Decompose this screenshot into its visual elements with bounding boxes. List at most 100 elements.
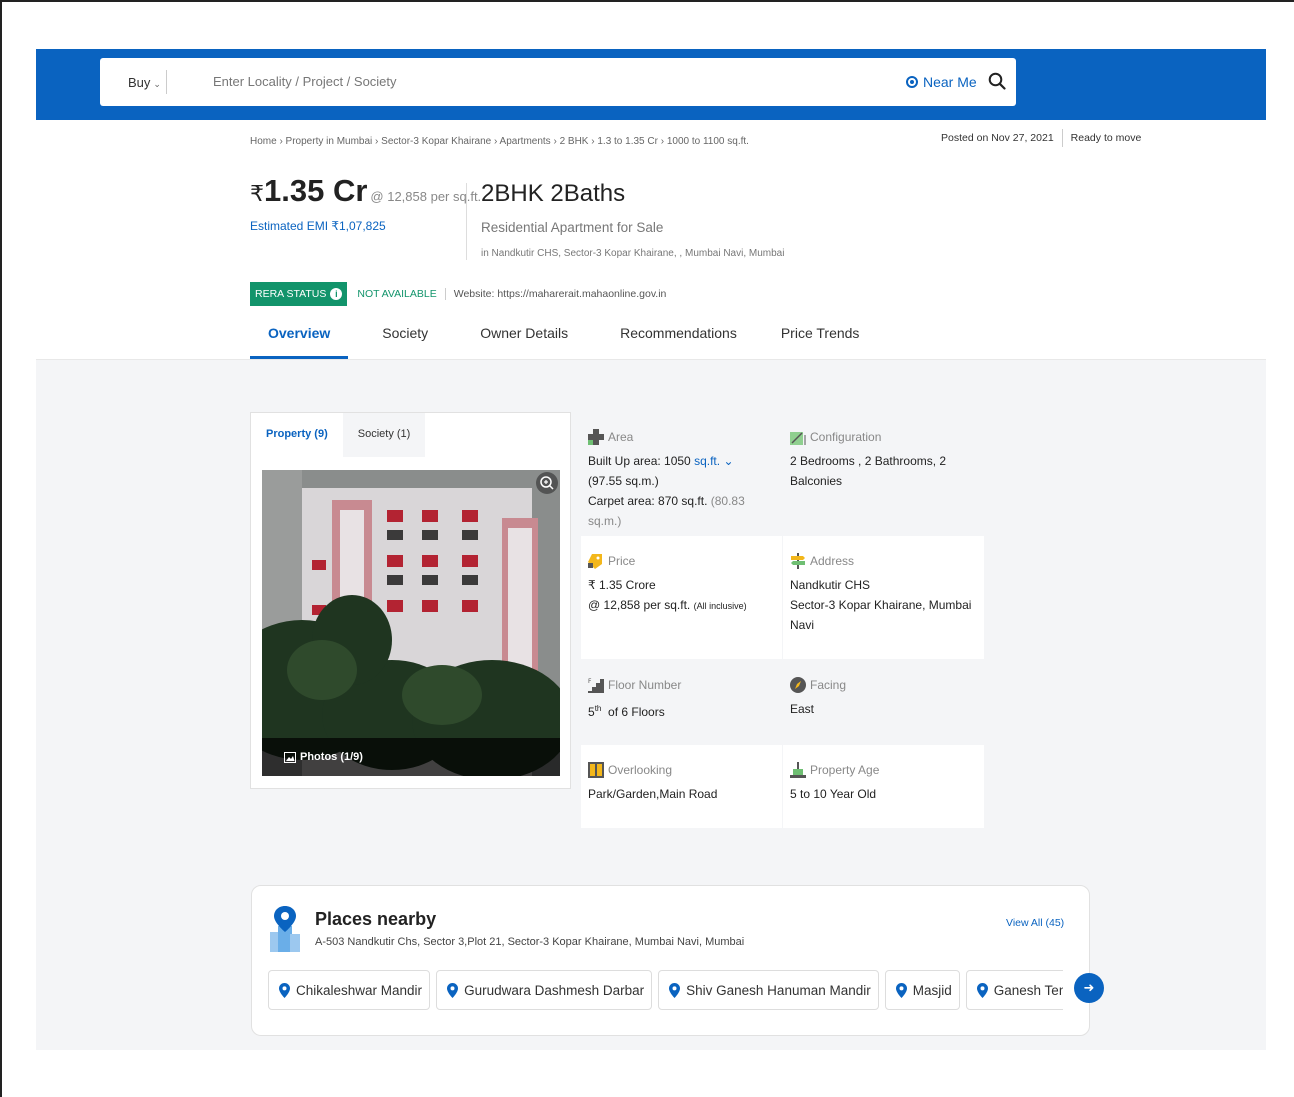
configuration-label-row: Configuration — [790, 428, 976, 446]
rera-website: Website: https://maharerait.mahaonline.g… — [453, 288, 667, 300]
tab-price-trends[interactable]: Price Trends — [763, 318, 878, 359]
listing-subtitle: Residential Apartment for Sale — [481, 220, 664, 235]
place-chip[interactable]: Shiv Ganesh Hanuman Mandir — [658, 970, 879, 1010]
chevron-down-icon: ⌄ — [723, 454, 734, 468]
place-name: Shiv Ganesh Hanuman Mandir — [686, 982, 871, 998]
compass-icon — [790, 677, 806, 693]
area-label: Area — [608, 430, 634, 444]
unit-label: sq.ft. — [694, 454, 721, 468]
search-divider — [166, 70, 167, 94]
floor-total: of 6 Floors — [608, 705, 665, 719]
posted-date: Posted on Nov 27, 2021 — [941, 132, 1054, 144]
location-pin-icon — [447, 982, 459, 998]
place-name: Masjid — [912, 982, 952, 998]
tab-society-photos[interactable]: Society (1) — [342, 413, 426, 457]
price-label-row: Price — [588, 552, 774, 570]
posted-info: Posted on Nov 27, 2021 Ready to move — [941, 129, 1141, 147]
gallery-tabs: Property (9) Society (1) — [251, 413, 570, 457]
built-up-value: Built Up area: 1050 — [588, 454, 691, 468]
floor-value: 5th of 6 Floors — [588, 699, 774, 722]
buy-dropdown[interactable]: Buy ⌄ — [128, 75, 161, 90]
map-buildings-icon — [270, 906, 300, 952]
place-chip[interactable]: Chikaleshwar Mandir — [268, 970, 431, 1010]
place-chip[interactable]: Ganesh Temple — [965, 970, 1063, 1010]
age-value: 5 to 10 Year Old — [790, 787, 877, 801]
places-title: Places nearby — [315, 909, 437, 929]
configuration-icon — [790, 432, 806, 445]
detail-configuration: Configuration 2 Bedrooms , 2 Bathrooms, … — [783, 412, 984, 514]
info-icon[interactable]: i — [330, 288, 343, 300]
chevron-down-icon: ⌄ — [153, 79, 161, 89]
places-address: A-503 Nandkutir Chs, Sector 3,Plot 21, S… — [315, 936, 745, 948]
detail-address: Address Nandkutir CHS Sector-3 Kopar Kha… — [783, 536, 984, 659]
facing-value: East — [790, 702, 815, 716]
area-built-up-sqm: (97.55 sq.m.) — [588, 474, 659, 488]
tab-property-photos[interactable]: Property (9) — [251, 413, 343, 457]
zoom-icon[interactable] — [536, 472, 558, 494]
floor-suffix: th — [594, 704, 602, 713]
price-per-sqft: @ 12,858 per sq.ft. — [370, 189, 482, 204]
configuration-value: 2 Bedrooms , 2 Bathrooms, 2 Balconies — [790, 454, 947, 488]
currency-symbol: ₹ — [250, 181, 264, 206]
price-per: @ 12,858 per sq.ft. — [588, 598, 691, 612]
tab-recommendations[interactable]: Recommendations — [594, 318, 763, 359]
search-bar: Buy ⌄ Enter Locality / Project / Society … — [100, 58, 1016, 106]
place-chip[interactable]: Gurudwara Dashmesh Darbar — [436, 970, 653, 1010]
detail-area: Area Built Up area: 1050 sq.ft. ⌄ (97.55… — [581, 412, 782, 535]
tab-overview[interactable]: Overview — [250, 318, 349, 359]
image-icon — [284, 751, 296, 763]
breadcrumb[interactable]: Home › Property in Mumbai › Sector-3 Kop… — [250, 136, 749, 147]
view-all-link[interactable]: View All (45) — [1006, 917, 1064, 929]
tab-society[interactable]: Society — [348, 318, 462, 359]
building-age-icon — [790, 762, 806, 778]
price-tag-icon — [588, 554, 602, 569]
search-icon[interactable] — [988, 72, 1006, 90]
price-amount: 1.35 Cr — [264, 173, 368, 208]
signpost-icon — [791, 553, 805, 569]
price-label: Price — [608, 554, 636, 568]
property-photo[interactable]: Photos (1/9) — [262, 470, 560, 776]
search-input[interactable]: Enter Locality / Project / Society — [213, 74, 397, 89]
price-note: (All inclusive) — [693, 601, 747, 611]
rera-row: RERA STATUS i NOT AVAILABLE Website: http… — [250, 282, 666, 306]
overlooking-label: Overlooking — [608, 763, 673, 777]
detail-property-age: Property Age 5 to 10 Year Old — [783, 745, 984, 828]
address-line2: Sector-3 Kopar Khairane, Mumbai Navi — [790, 598, 972, 632]
address-line1: Nandkutir CHS — [790, 578, 871, 592]
address-label-row: Address — [790, 552, 976, 570]
unit-selector[interactable]: sq.ft. ⌄ — [694, 454, 733, 468]
estimated-emi-link[interactable]: Estimated EMI ₹1,07,825 — [250, 219, 386, 233]
page-frame-top — [0, 0, 1294, 2]
overlooking-value: Park/Garden,Main Road — [588, 787, 718, 801]
location-pin-icon — [279, 982, 290, 998]
location-pin-icon — [976, 982, 988, 998]
svg-text:F: F — [588, 678, 592, 685]
arrow-right-icon[interactable]: ➜ — [1074, 973, 1104, 1003]
floor-number: 5 — [588, 705, 595, 719]
tab-owner-details[interactable]: Owner Details — [462, 318, 594, 359]
photos-count-bar[interactable]: Photos (1/9) — [262, 738, 560, 776]
price-headline: ₹ 1.35 Cr @ 12,858 per sq.ft. — [250, 173, 481, 209]
facing-label: Facing — [810, 678, 847, 692]
area-built-up: Built Up area: 1050 sq.ft. ⌄ — [588, 451, 774, 471]
place-name: Ganesh Temple — [993, 982, 1063, 998]
detail-overlooking: Overlooking Park/Garden,Main Road — [581, 745, 782, 828]
header-divider — [466, 183, 467, 260]
places-nearby-card: Places nearby A-503 Nandkutir Chs, Secto… — [251, 885, 1104, 1036]
rera-badge-label: RERA STATUS — [255, 288, 327, 300]
carpet-value: Carpet area: 870 sq.ft. — [588, 494, 708, 508]
places-chip-list: Chikaleshwar Mandir Gurudwara Dashmesh D… — [268, 970, 1063, 1012]
window-icon — [588, 762, 604, 778]
listing-title: 2BHK 2Baths — [481, 180, 626, 207]
detail-floor: F Floor Number 5th of 6 Floors — [581, 660, 782, 744]
place-chip[interactable]: Masjid — [884, 970, 960, 1010]
property-details: Area Built Up area: 1050 sq.ft. ⌄ (97.55… — [581, 412, 984, 828]
location-target-icon — [906, 76, 918, 88]
near-me-button[interactable]: Near Me — [906, 74, 977, 90]
rera-status-badge[interactable]: RERA STATUS i — [250, 282, 348, 306]
floor-label: Floor Number — [608, 678, 682, 692]
location-pin-icon — [669, 982, 681, 998]
place-name: Gurudwara Dashmesh Darbar — [464, 982, 645, 998]
photo-gallery: Property (9) Society (1) Photos (1/9) — [250, 412, 571, 789]
photos-count-label: Photos (1/9) — [300, 751, 363, 763]
